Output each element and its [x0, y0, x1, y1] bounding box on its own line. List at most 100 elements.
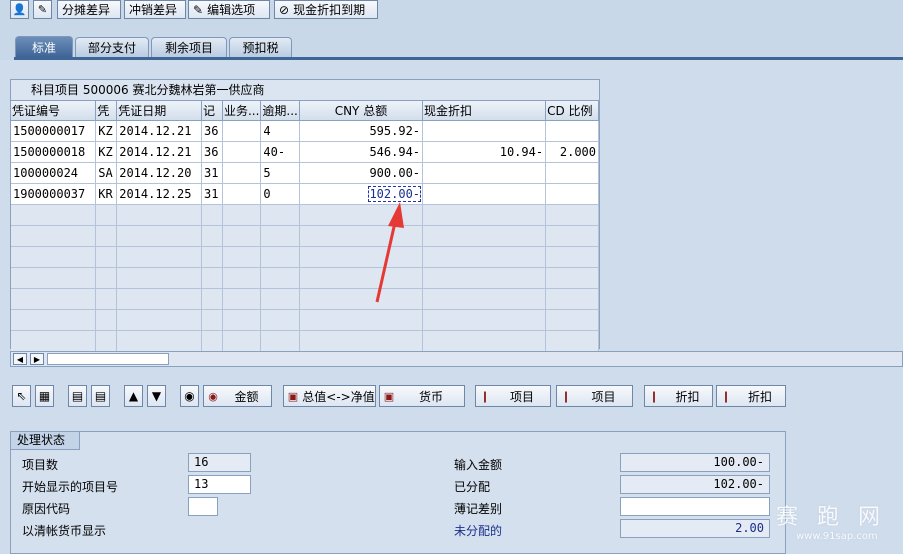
reason-code-label: 原因代码 — [22, 502, 71, 516]
edit-document-icon-button[interactable]: ✎ — [33, 0, 52, 19]
col-cd-rate[interactable]: CD 比例 — [545, 101, 599, 121]
item-count-label: 项目数 — [22, 458, 59, 472]
activate-item-label: 项目 — [509, 389, 534, 404]
col-posting-key[interactable]: 记 — [201, 101, 223, 121]
watermark: 赛 跑 网 www.91sap.com — [738, 493, 903, 551]
cell-doc-number: 1500000017 — [11, 120, 97, 142]
cell-overdue: 40- — [260, 141, 300, 163]
currency-label: 货币 — [418, 389, 443, 404]
pencil-red-icon: ❙ — [480, 389, 490, 403]
distribute-difference-button[interactable]: 分摊差异 — [57, 0, 121, 19]
cell-business — [222, 183, 262, 205]
person-icon: 👤 — [12, 3, 27, 16]
sort-button[interactable]: ▲ — [124, 385, 143, 407]
scroll-left-icon[interactable]: ◀ — [13, 353, 27, 365]
item-count-field: 16 — [188, 453, 251, 472]
cell-cash-discount[interactable] — [422, 162, 547, 184]
deactivate-item-button[interactable]: ❙ 项目 — [556, 385, 633, 407]
cell-overdue: 5 — [260, 162, 300, 184]
unassigned-label: 未分配的 — [454, 524, 503, 538]
table-row[interactable]: 100000024 SA 2014.12.20 31 5 900.00- — [11, 162, 599, 184]
find-button[interactable]: ◉ — [180, 385, 199, 407]
filter-icon: ▼ — [151, 389, 162, 403]
table-row[interactable]: 1500000017 KZ 2014.12.21 36 4 595.92- — [11, 120, 599, 142]
editing-options-button[interactable]: ✎ 编辑选项 — [188, 0, 270, 19]
cell-cny-amount[interactable]: 595.92- — [299, 120, 424, 142]
cell-cd-rate[interactable]: 2.000 — [545, 141, 599, 163]
table-row[interactable]: 1900000037 KR 2014.12.25 31 0 102.00- — [11, 183, 599, 205]
activate-discount-button[interactable]: ❙ 折扣 — [644, 385, 713, 407]
status-title: 处理状态 — [11, 432, 81, 450]
currency-icon: ▣ — [287, 389, 299, 403]
deactivate-item-label: 项目 — [591, 389, 616, 404]
annotation-arrow — [375, 202, 404, 303]
difference-label: 薄记差别 — [454, 502, 503, 516]
cash-discount-due-label: 现金折扣到期 — [293, 3, 366, 17]
tab-partial-payment-label: 部分支付 — [87, 41, 136, 55]
pencil-red-icon: ❙ — [649, 389, 659, 403]
find-amount-label: 金额 — [234, 389, 259, 404]
pencil-document-icon: ✎ — [37, 3, 48, 16]
select-all-button[interactable]: ⇖ — [12, 385, 31, 407]
col-doc-number[interactable]: 凭证编号 — [11, 101, 97, 121]
cell-cd-rate[interactable] — [545, 162, 599, 184]
tab-withholding-tax[interactable]: 预扣税 — [229, 37, 292, 57]
col-business[interactable]: 业务... — [222, 101, 262, 121]
binoculars-icon: ◉ — [208, 389, 218, 403]
tab-residual-items[interactable]: 剩余项目 — [151, 37, 227, 57]
currency-button[interactable]: ▣ 货币 — [379, 385, 465, 407]
list-check-icon: ▤ — [71, 389, 84, 403]
find-amount-button[interactable]: ◉ 金额 — [203, 385, 272, 407]
clearing-currency-label[interactable]: 以清帐货币显示 — [22, 522, 106, 539]
cell-cash-discount[interactable] — [422, 183, 547, 205]
activate-item-button[interactable]: ❙ 项目 — [475, 385, 551, 407]
cell-business — [222, 162, 262, 184]
cursor-select-icon: ⇖ — [16, 389, 27, 403]
activate-discount-label: 折扣 — [675, 389, 700, 404]
person-icon-button[interactable]: 👤 — [10, 0, 29, 19]
col-cash-discount[interactable]: 现金折扣 — [422, 101, 547, 121]
col-doc-date[interactable]: 凭证日期 — [116, 101, 203, 121]
deactivate-items-button[interactable]: ▤ — [91, 385, 110, 407]
distribute-difference-label: 分摊差异 — [62, 3, 111, 17]
cell-cash-discount[interactable]: 10.94- — [422, 141, 547, 163]
deactivate-discount-button[interactable]: ❙ 折扣 — [716, 385, 786, 407]
empty-row — [11, 225, 599, 247]
no-entry-icon: ⊘ — [279, 2, 290, 17]
tab-standard[interactable]: 标准 — [15, 36, 73, 57]
cell-overdue: 0 — [260, 183, 300, 205]
col-overdue[interactable]: 逾期... — [260, 101, 300, 121]
tab-partial-payment[interactable]: 部分支付 — [75, 37, 149, 57]
cash-discount-due-button[interactable]: ⊘ 现金折扣到期 — [274, 0, 378, 19]
cell-cd-rate[interactable] — [545, 120, 599, 142]
scroll-right-icon[interactable]: ▶ — [30, 353, 44, 365]
cell-cd-rate[interactable] — [545, 183, 599, 205]
entered-amount-label: 输入金额 — [454, 458, 503, 472]
sort-icon: ▲ — [128, 389, 139, 403]
cell-doc-type: KZ — [95, 141, 118, 163]
cell-doc-number: 1900000037 — [11, 183, 97, 205]
write-off-difference-button[interactable]: 冲销差异 — [124, 0, 186, 19]
cell-business — [222, 141, 262, 163]
col-cny-amount[interactable]: CNY 总额 — [299, 101, 424, 121]
scroll-thumb[interactable] — [47, 353, 169, 365]
activate-items-button[interactable]: ▤ — [68, 385, 87, 407]
cell-posting-key: 36 — [201, 141, 223, 163]
cell-cny-amount[interactable]: 900.00- — [299, 162, 424, 184]
empty-row — [11, 267, 599, 289]
deselect-button[interactable]: ▦ — [35, 385, 54, 407]
watermark-text: 赛 跑 网 — [776, 505, 886, 530]
editing-options-label: 编辑选项 — [207, 3, 256, 17]
gross-net-toggle-button[interactable]: ▣ 总值<->净值 — [283, 385, 376, 407]
first-item-input[interactable]: 13 — [188, 475, 251, 494]
empty-row — [11, 204, 599, 226]
col-doc-type[interactable]: 凭 — [95, 101, 118, 121]
filter-button[interactable]: ▼ — [147, 385, 166, 407]
table-row[interactable]: 1500000018 KZ 2014.12.21 36 40- 546.94- … — [11, 141, 599, 163]
reason-code-input[interactable] — [188, 497, 218, 516]
horizontal-scrollbar[interactable]: ◀ ▶ — [10, 351, 903, 367]
list-icon: ▤ — [94, 389, 107, 403]
cell-doc-date: 2014.12.20 — [116, 162, 203, 184]
cell-cash-discount[interactable] — [422, 120, 547, 142]
cell-cny-amount[interactable]: 546.94- — [299, 141, 424, 163]
